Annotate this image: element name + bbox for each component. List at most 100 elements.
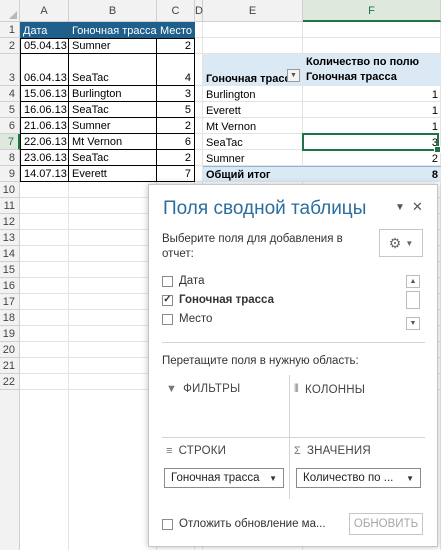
pivot-row-label[interactable]: Sumner: [203, 150, 303, 166]
column-header-f[interactable]: F: [303, 0, 441, 22]
row-header-17[interactable]: 17: [0, 294, 20, 310]
rows-zone-title: ≡ СТРОКИ: [166, 445, 226, 457]
pivot-fields-pane: Поля сводной таблицы ▼ ✕ Выберите поля д…: [148, 184, 438, 547]
row-header-5[interactable]: 5: [0, 102, 20, 118]
table-cell-track[interactable]: Sumner: [68, 117, 157, 134]
field-list-scrollbar[interactable]: ▲ ▼: [406, 275, 420, 331]
row-header-15[interactable]: 15: [0, 262, 20, 278]
rows-zone[interactable]: ≡ СТРОКИ Гоночная трасса ▼: [162, 437, 290, 499]
table-cell-date[interactable]: 06.04.13: [20, 53, 69, 86]
table-header-date[interactable]: Дата: [20, 22, 69, 38]
pivot-filter-dropdown-icon[interactable]: ▼: [287, 69, 300, 82]
pivot-row-label[interactable]: Mt Vernon: [203, 118, 303, 134]
checkbox[interactable]: [162, 313, 173, 325]
column-header-e[interactable]: E: [203, 0, 303, 22]
table-cell-place[interactable]: 2: [156, 38, 195, 54]
row-header-16[interactable]: 16: [0, 278, 20, 294]
table-cell-place[interactable]: 5: [156, 101, 195, 118]
row-header-3[interactable]: 3: [0, 54, 20, 86]
row-header-21[interactable]: 21: [0, 358, 20, 374]
defer-update-checkbox[interactable]: [162, 518, 173, 530]
row-header-filler: [0, 390, 20, 550]
pivot-row-value[interactable]: 1: [303, 118, 441, 134]
table-header-place[interactable]: Место: [157, 22, 195, 38]
table-cell-date[interactable]: 21.06.13: [20, 117, 69, 134]
pivot-total-label[interactable]: Общий итог: [203, 166, 303, 182]
table-cell-date[interactable]: 14.07.13: [20, 165, 69, 182]
row-header-9[interactable]: 9: [0, 166, 20, 182]
checkbox[interactable]: [162, 275, 173, 287]
table-cell-track[interactable]: SeaTac: [68, 101, 157, 118]
table-cell-track[interactable]: Sumner: [68, 38, 157, 54]
table-cell-track[interactable]: Mt Vernon: [68, 133, 157, 150]
pivot-values-header[interactable]: Количество по полю Гоночная трасса: [303, 54, 441, 86]
table-cell-date[interactable]: 22.06.13: [20, 133, 69, 150]
filters-zone[interactable]: ▼ ФИЛЬТРЫ: [162, 375, 290, 437]
field-label: Место: [179, 313, 213, 325]
row-header-4[interactable]: 4: [0, 86, 20, 102]
row-header-19[interactable]: 19: [0, 326, 20, 342]
table-cell-place[interactable]: 2: [156, 117, 195, 134]
row-header-7[interactable]: 7: [0, 134, 20, 150]
active-cell-selection[interactable]: [302, 133, 441, 153]
scroll-thumb[interactable]: [406, 291, 420, 309]
field-item-date[interactable]: Дата: [162, 272, 204, 290]
table-cell-place[interactable]: 3: [156, 85, 195, 102]
table-cell-track[interactable]: Everett: [68, 165, 157, 182]
pivot-row-label[interactable]: Burlington: [203, 86, 303, 102]
table-cell-track[interactable]: SeaTac: [68, 53, 157, 86]
table-cell-track[interactable]: Burlington: [68, 85, 157, 102]
table-cell-date[interactable]: 16.06.13: [20, 101, 69, 118]
pane-options-dropdown-icon[interactable]: ▼: [395, 202, 405, 213]
columns-zone[interactable]: ⦀ КОЛОННЫ: [290, 375, 425, 437]
checkbox-checked[interactable]: ✓: [162, 294, 173, 306]
row-header-12[interactable]: 12: [0, 214, 20, 230]
table-cell-place[interactable]: 4: [156, 53, 195, 86]
column-header-b[interactable]: B: [69, 0, 157, 22]
row-header-10[interactable]: 10: [0, 182, 20, 198]
column-header-d[interactable]: D: [195, 0, 203, 22]
field-item-track[interactable]: ✓ Гоночная трасса: [162, 291, 274, 309]
scroll-down-icon[interactable]: ▼: [406, 317, 420, 330]
pivot-row-value[interactable]: 1: [303, 86, 441, 102]
row-header-11[interactable]: 11: [0, 198, 20, 214]
table-cell-date[interactable]: 15.06.13: [20, 85, 69, 102]
scroll-up-icon[interactable]: ▲: [406, 275, 420, 288]
values-zone[interactable]: Σ ЗНАЧЕНИЯ Количество по ... ▼: [290, 437, 425, 499]
row-header-6[interactable]: 6: [0, 118, 20, 134]
table-cell-place[interactable]: 7: [156, 165, 195, 182]
choose-fields-label: Выберите поля для добавления в отчет:: [162, 233, 343, 260]
row-header-1[interactable]: 1: [0, 22, 20, 38]
column-header-a[interactable]: A: [20, 0, 69, 22]
rows-field-label: Гоночная трасса: [171, 472, 260, 484]
values-field-pill[interactable]: Количество по ... ▼: [296, 468, 421, 488]
pivot-row-label[interactable]: Everett: [203, 102, 303, 118]
table-cell-date[interactable]: 23.06.13: [20, 149, 69, 166]
row-header-8[interactable]: 8: [0, 150, 20, 166]
row-header-18[interactable]: 18: [0, 310, 20, 326]
row-header-22[interactable]: 22: [0, 374, 20, 390]
table-cell-place[interactable]: 6: [156, 133, 195, 150]
table-header-track[interactable]: Гоночная трасса: [69, 22, 157, 38]
row-header-14[interactable]: 14: [0, 246, 20, 262]
row-header-20[interactable]: 20: [0, 342, 20, 358]
table-cell-date[interactable]: 05.04.13: [20, 38, 69, 54]
pivot-total-value[interactable]: 8: [303, 166, 441, 182]
defer-update-option[interactable]: Отложить обновление ма...: [162, 518, 326, 530]
row-header-2[interactable]: 2: [0, 38, 20, 54]
pivot-row-value[interactable]: 1: [303, 102, 441, 118]
rows-field-pill[interactable]: Гоночная трасса ▼: [164, 468, 284, 488]
pivot-row-label[interactable]: SeaTac: [203, 134, 303, 150]
row-header-13[interactable]: 13: [0, 230, 20, 246]
update-button[interactable]: ОБНОВИТЬ: [349, 513, 423, 535]
layout-options-button[interactable]: ⚙ ▼: [379, 229, 423, 257]
filters-zone-title: ▼ ФИЛЬТРЫ: [166, 383, 240, 395]
table-cell-place[interactable]: 2: [156, 149, 195, 166]
close-icon[interactable]: ✕: [412, 199, 423, 215]
pivot-row-value[interactable]: 2: [303, 150, 441, 166]
table-cell-track[interactable]: SeaTac: [68, 149, 157, 166]
sigma-icon: Σ: [294, 445, 301, 457]
field-item-place[interactable]: Место: [162, 310, 212, 328]
column-header-c[interactable]: C: [157, 0, 195, 22]
select-all-corner[interactable]: [0, 0, 20, 22]
